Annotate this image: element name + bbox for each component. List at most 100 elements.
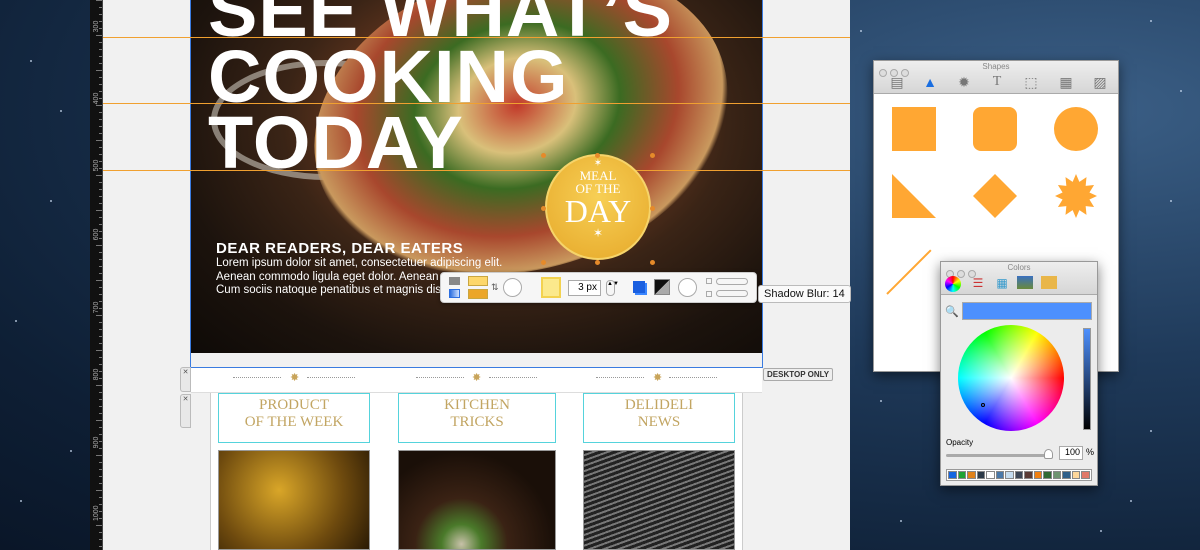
- intro-line: Lorem ipsum dolor sit amet, consectetuer…: [216, 257, 503, 269]
- bottles-image[interactable]: [218, 450, 370, 550]
- ruler-label: 800: [93, 368, 100, 381]
- shadow-color-icon[interactable]: [633, 281, 645, 293]
- border-color-button[interactable]: [541, 277, 561, 298]
- color-swatch[interactable]: [1043, 471, 1052, 479]
- star-dot: [50, 200, 52, 202]
- color-swatch[interactable]: [986, 471, 995, 479]
- border-width-field[interactable]: 3 px: [568, 280, 601, 296]
- color-swatch[interactable]: [995, 471, 1005, 479]
- resize-handle[interactable]: [650, 153, 655, 158]
- pattern-icon[interactable]: ▦: [1057, 73, 1075, 91]
- star-dot: [1170, 200, 1172, 202]
- close-icon[interactable]: ✕: [180, 394, 191, 428]
- image-palettes-icon[interactable]: [1017, 276, 1033, 289]
- crayons-icon[interactable]: [1041, 276, 1057, 289]
- triangle-shape[interactable]: [892, 174, 936, 218]
- selection-icon[interactable]: ⬚: [1022, 73, 1040, 91]
- color-palettes-icon[interactable]: ▦: [993, 274, 1011, 292]
- gradient-start-color[interactable]: [468, 276, 488, 286]
- rounded-square-shape[interactable]: [973, 107, 1017, 151]
- color-swatch[interactable]: [967, 471, 976, 479]
- color-swatch[interactable]: [1033, 471, 1043, 479]
- star-dot: [1180, 90, 1182, 92]
- shadow-style-icon[interactable]: [654, 279, 670, 295]
- image-icon[interactable]: ▨: [1091, 73, 1109, 91]
- starburst-shape[interactable]: [1055, 174, 1097, 218]
- salad-image[interactable]: [398, 450, 556, 550]
- layout-icon[interactable]: ▤: [888, 73, 906, 91]
- brightness-slider[interactable]: [1083, 328, 1091, 430]
- color-swatch[interactable]: [1052, 471, 1062, 479]
- percent-label: %: [1086, 447, 1095, 457]
- opacity-field[interactable]: 100: [1059, 446, 1083, 460]
- resize-handle[interactable]: [541, 206, 546, 211]
- color-swatch[interactable]: [1014, 471, 1024, 479]
- color-wheel[interactable]: [958, 325, 1064, 431]
- border-width-stepper[interactable]: ▲▼: [606, 280, 619, 296]
- shadow-blur-tooltip: Shadow Blur: 14: [758, 285, 851, 303]
- star-dot: [1150, 430, 1152, 432]
- guide-line[interactable]: [103, 103, 850, 104]
- shadow-blur-icon: [706, 291, 712, 297]
- shadow-angle-knob[interactable]: [678, 278, 697, 297]
- text-icon[interactable]: T: [988, 73, 1006, 91]
- selected-color-well[interactable]: [962, 302, 1092, 320]
- resize-handle[interactable]: [541, 260, 546, 265]
- color-swatch[interactable]: [948, 471, 957, 479]
- color-swatch[interactable]: [957, 471, 967, 479]
- shadow-blur-slider[interactable]: [716, 290, 748, 297]
- selection-outline: [190, 0, 763, 368]
- line-shape[interactable]: [886, 249, 932, 295]
- resize-handle[interactable]: [595, 260, 600, 265]
- square-shape[interactable]: [892, 107, 936, 151]
- fill-solid-icon[interactable]: [449, 277, 460, 285]
- angle-knob[interactable]: [503, 278, 522, 297]
- color-sliders-icon[interactable]: ☰: [969, 274, 987, 292]
- meal-of-the-day-badge[interactable]: ✶ MEAL OF THE DAY ✶: [545, 154, 651, 260]
- intro-title: DEAR READERS, DEAR EATERS: [216, 240, 464, 257]
- shadow-offset-slider[interactable]: [716, 278, 748, 285]
- resize-handle[interactable]: [541, 153, 546, 158]
- swap-icon[interactable]: ⇅: [491, 282, 499, 293]
- card-product-of-the-week[interactable]: PRODUCT OF THE WEEK: [218, 393, 370, 443]
- color-swatch[interactable]: [1062, 471, 1071, 479]
- desktop-only-badge[interactable]: DESKTOP ONLY: [763, 368, 834, 381]
- color-swatch[interactable]: [1005, 471, 1014, 479]
- burst-icon[interactable]: ✹: [955, 73, 973, 91]
- color-swatch[interactable]: [1071, 471, 1081, 479]
- vacanze-sign-image[interactable]: [583, 450, 735, 550]
- vertical-ruler[interactable]: 300 400 500 600 700 800 900 1000: [90, 0, 103, 550]
- divider-section[interactable]: ✸ ✸ ✸: [191, 368, 762, 393]
- gradient-end-color[interactable]: [468, 289, 488, 299]
- magnifier-icon[interactable]: 🔍: [945, 305, 959, 318]
- resize-handle[interactable]: [595, 153, 600, 158]
- star-icon: ✸: [472, 372, 482, 384]
- colors-window: Colors ☰ ▦ 🔍 Opacity 100 %: [940, 261, 1098, 486]
- guide-line[interactable]: [103, 170, 850, 171]
- resize-handle[interactable]: [650, 260, 655, 265]
- star-dot: [30, 60, 32, 62]
- star-dot: [900, 520, 902, 522]
- fill-gradient-icon[interactable]: [449, 289, 460, 298]
- guide-line[interactable]: [103, 37, 850, 38]
- opacity-slider-thumb[interactable]: [1044, 449, 1053, 459]
- star-dot: [70, 450, 72, 452]
- diamond-shape[interactable]: [973, 174, 1017, 218]
- color-picker-handle[interactable]: [981, 403, 985, 407]
- star-icon: ✸: [653, 372, 663, 384]
- circle-shape[interactable]: [1054, 107, 1098, 151]
- color-swatch[interactable]: [1081, 471, 1090, 479]
- color-swatch[interactable]: [1024, 471, 1033, 479]
- color-wheel-icon[interactable]: [945, 276, 961, 292]
- resize-handle[interactable]: [650, 206, 655, 211]
- card-kitchen-tricks[interactable]: KITCHEN TRICKS: [398, 393, 556, 443]
- opacity-slider[interactable]: [946, 454, 1051, 457]
- shadow-offset-icon: [706, 278, 712, 284]
- window-title: Shapes: [982, 62, 1010, 71]
- star-dot: [1150, 20, 1152, 22]
- card-delideli-news[interactable]: DELIDELI NEWS: [583, 393, 735, 443]
- shape-icon[interactable]: ▲: [921, 73, 939, 91]
- window-title: Colors: [1007, 263, 1031, 272]
- color-swatch[interactable]: [976, 471, 986, 479]
- close-icon[interactable]: ✕: [180, 367, 191, 392]
